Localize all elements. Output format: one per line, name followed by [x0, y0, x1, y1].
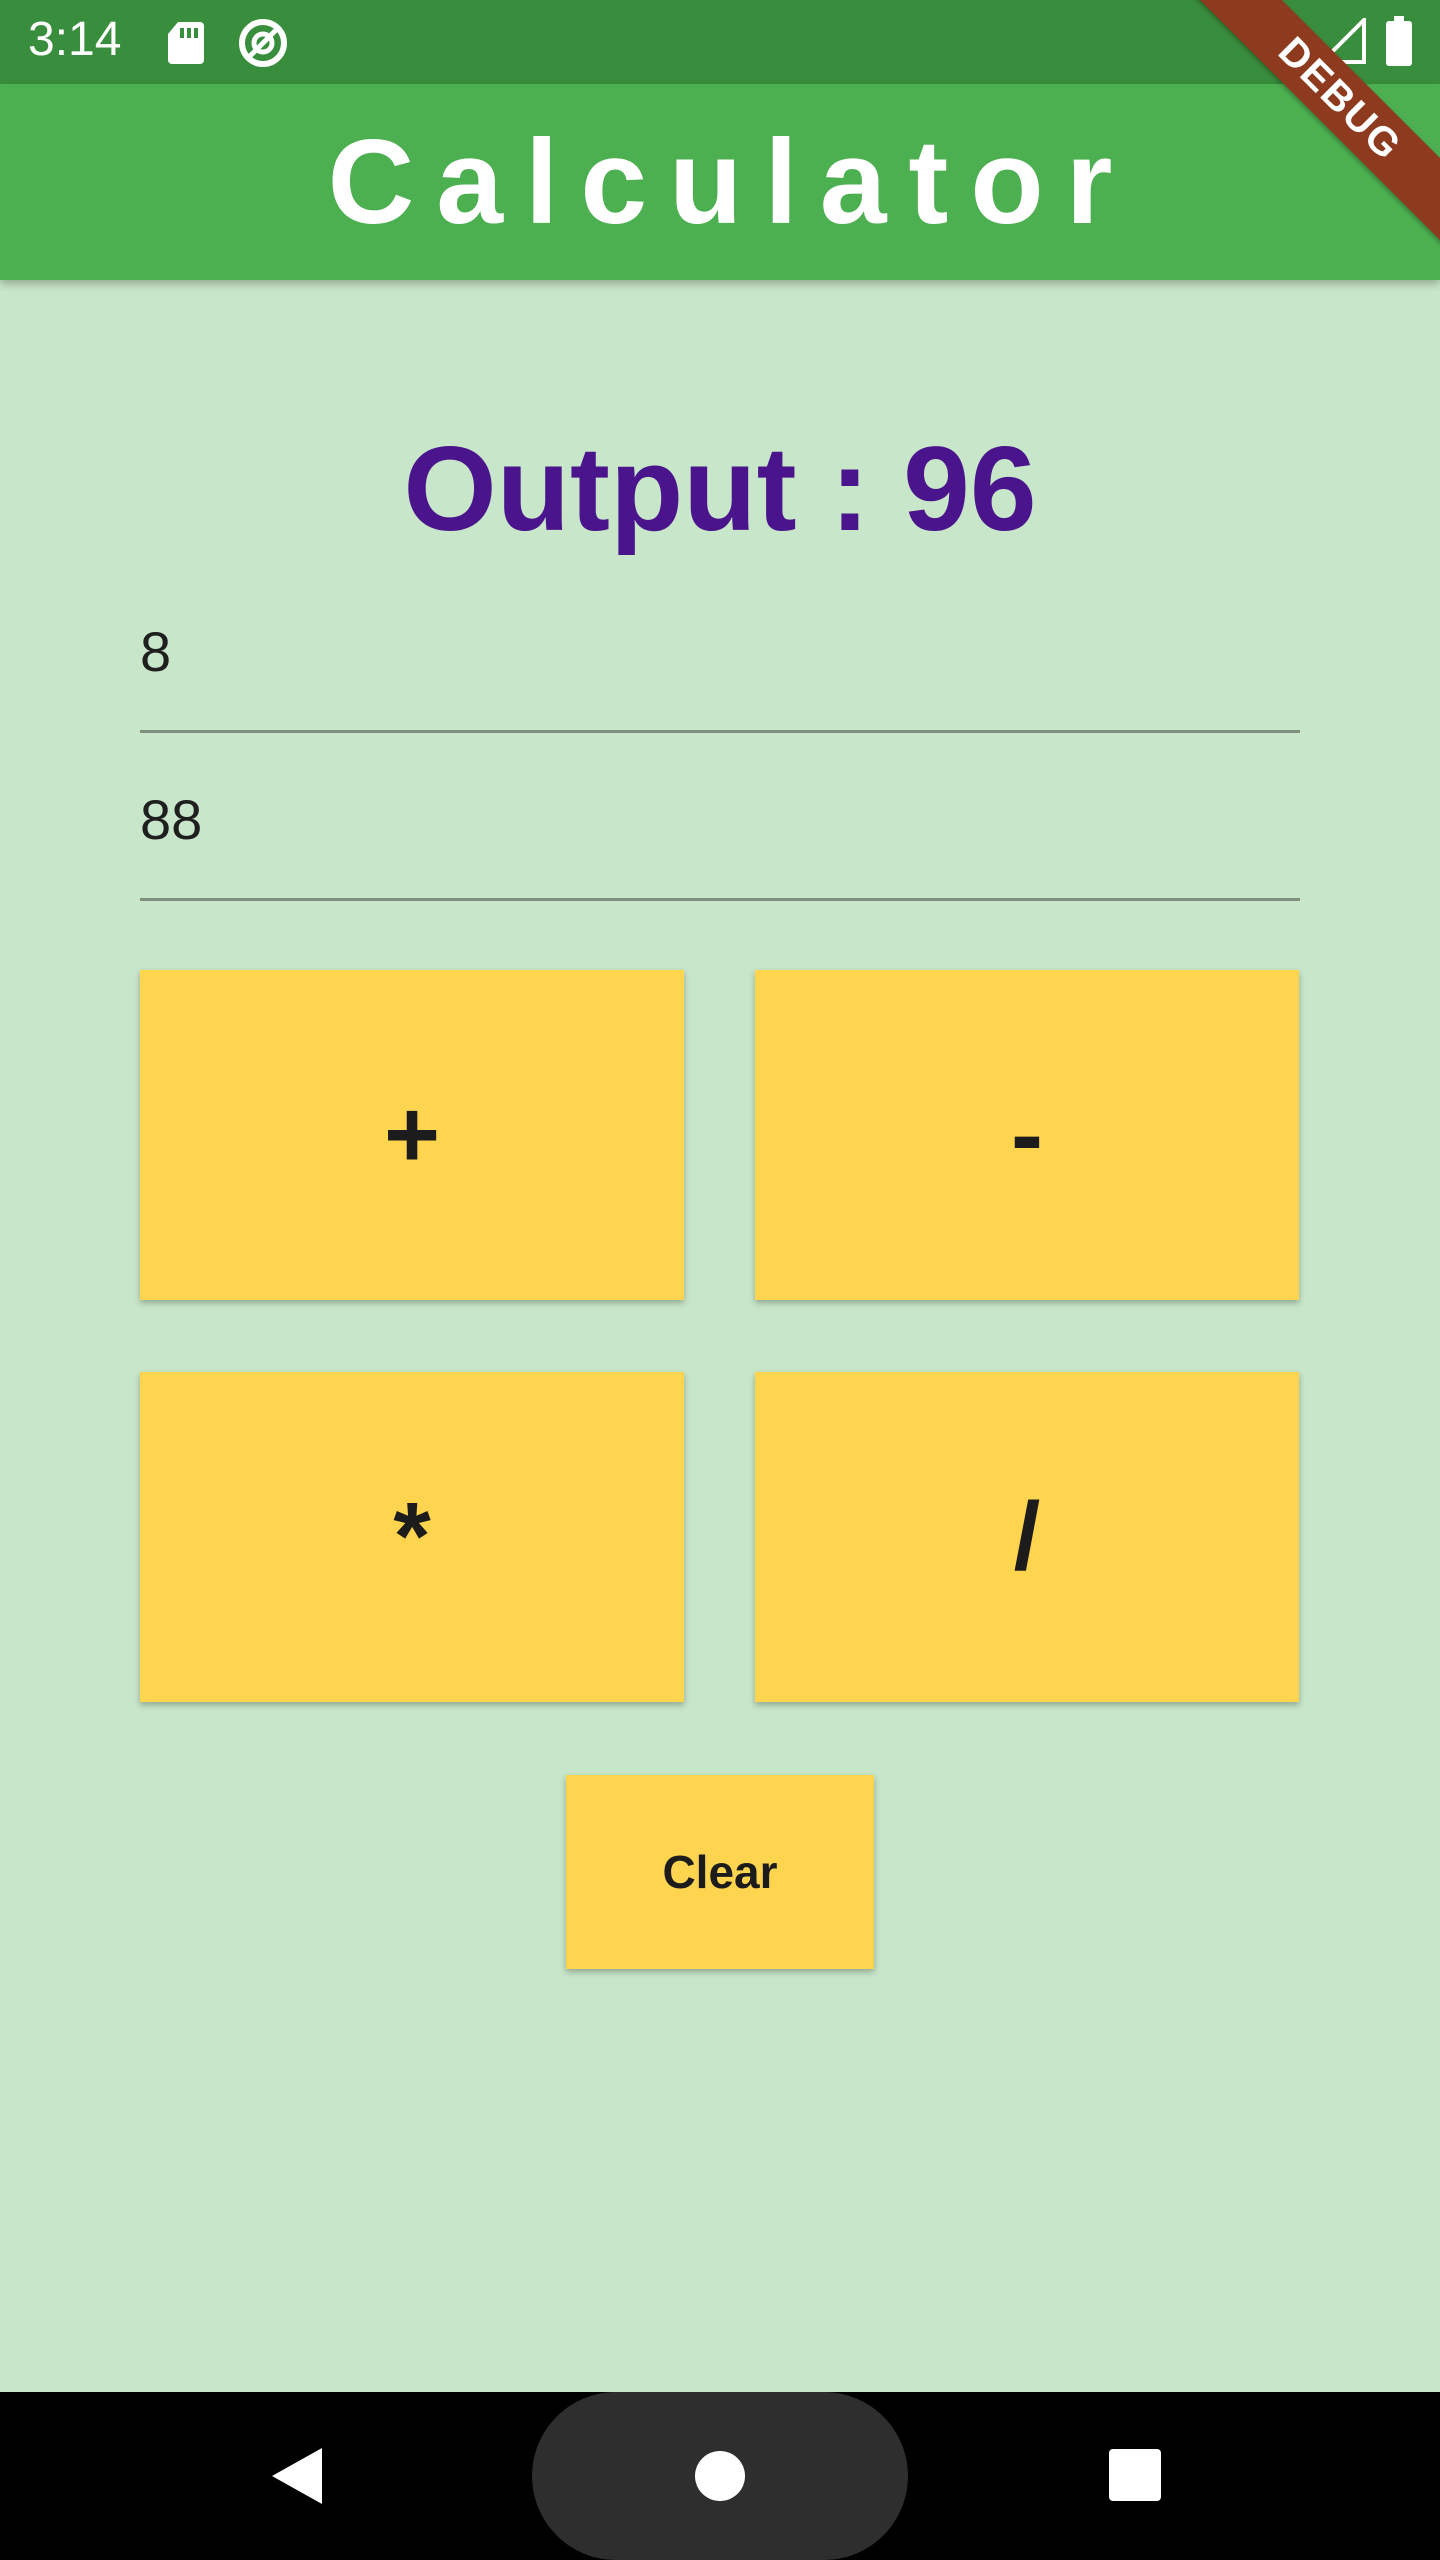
output-text: Output : 96	[403, 422, 1037, 556]
subtract-button[interactable]: -	[755, 970, 1299, 1300]
multiply-button[interactable]: *	[140, 1372, 684, 1702]
clear-button[interactable]: Clear	[566, 1775, 874, 1969]
app-bar: Calculator	[0, 84, 1440, 280]
sd-card-icon	[166, 20, 206, 71]
second-number-input[interactable]	[140, 787, 1300, 852]
first-number-field	[140, 600, 1300, 733]
first-number-input[interactable]	[140, 619, 1300, 684]
back-icon[interactable]	[270, 2446, 324, 2511]
app-title: Calculator	[327, 115, 1135, 249]
home-icon[interactable]	[695, 2451, 745, 2501]
data-saver-icon	[236, 16, 290, 75]
status-time: 3:14	[28, 13, 122, 66]
recents-icon[interactable]	[1109, 2449, 1161, 2501]
add-button[interactable]: +	[140, 970, 684, 1300]
second-number-field	[140, 768, 1300, 901]
battery-icon	[1386, 16, 1412, 71]
divide-button[interactable]: /	[755, 1372, 1299, 1702]
